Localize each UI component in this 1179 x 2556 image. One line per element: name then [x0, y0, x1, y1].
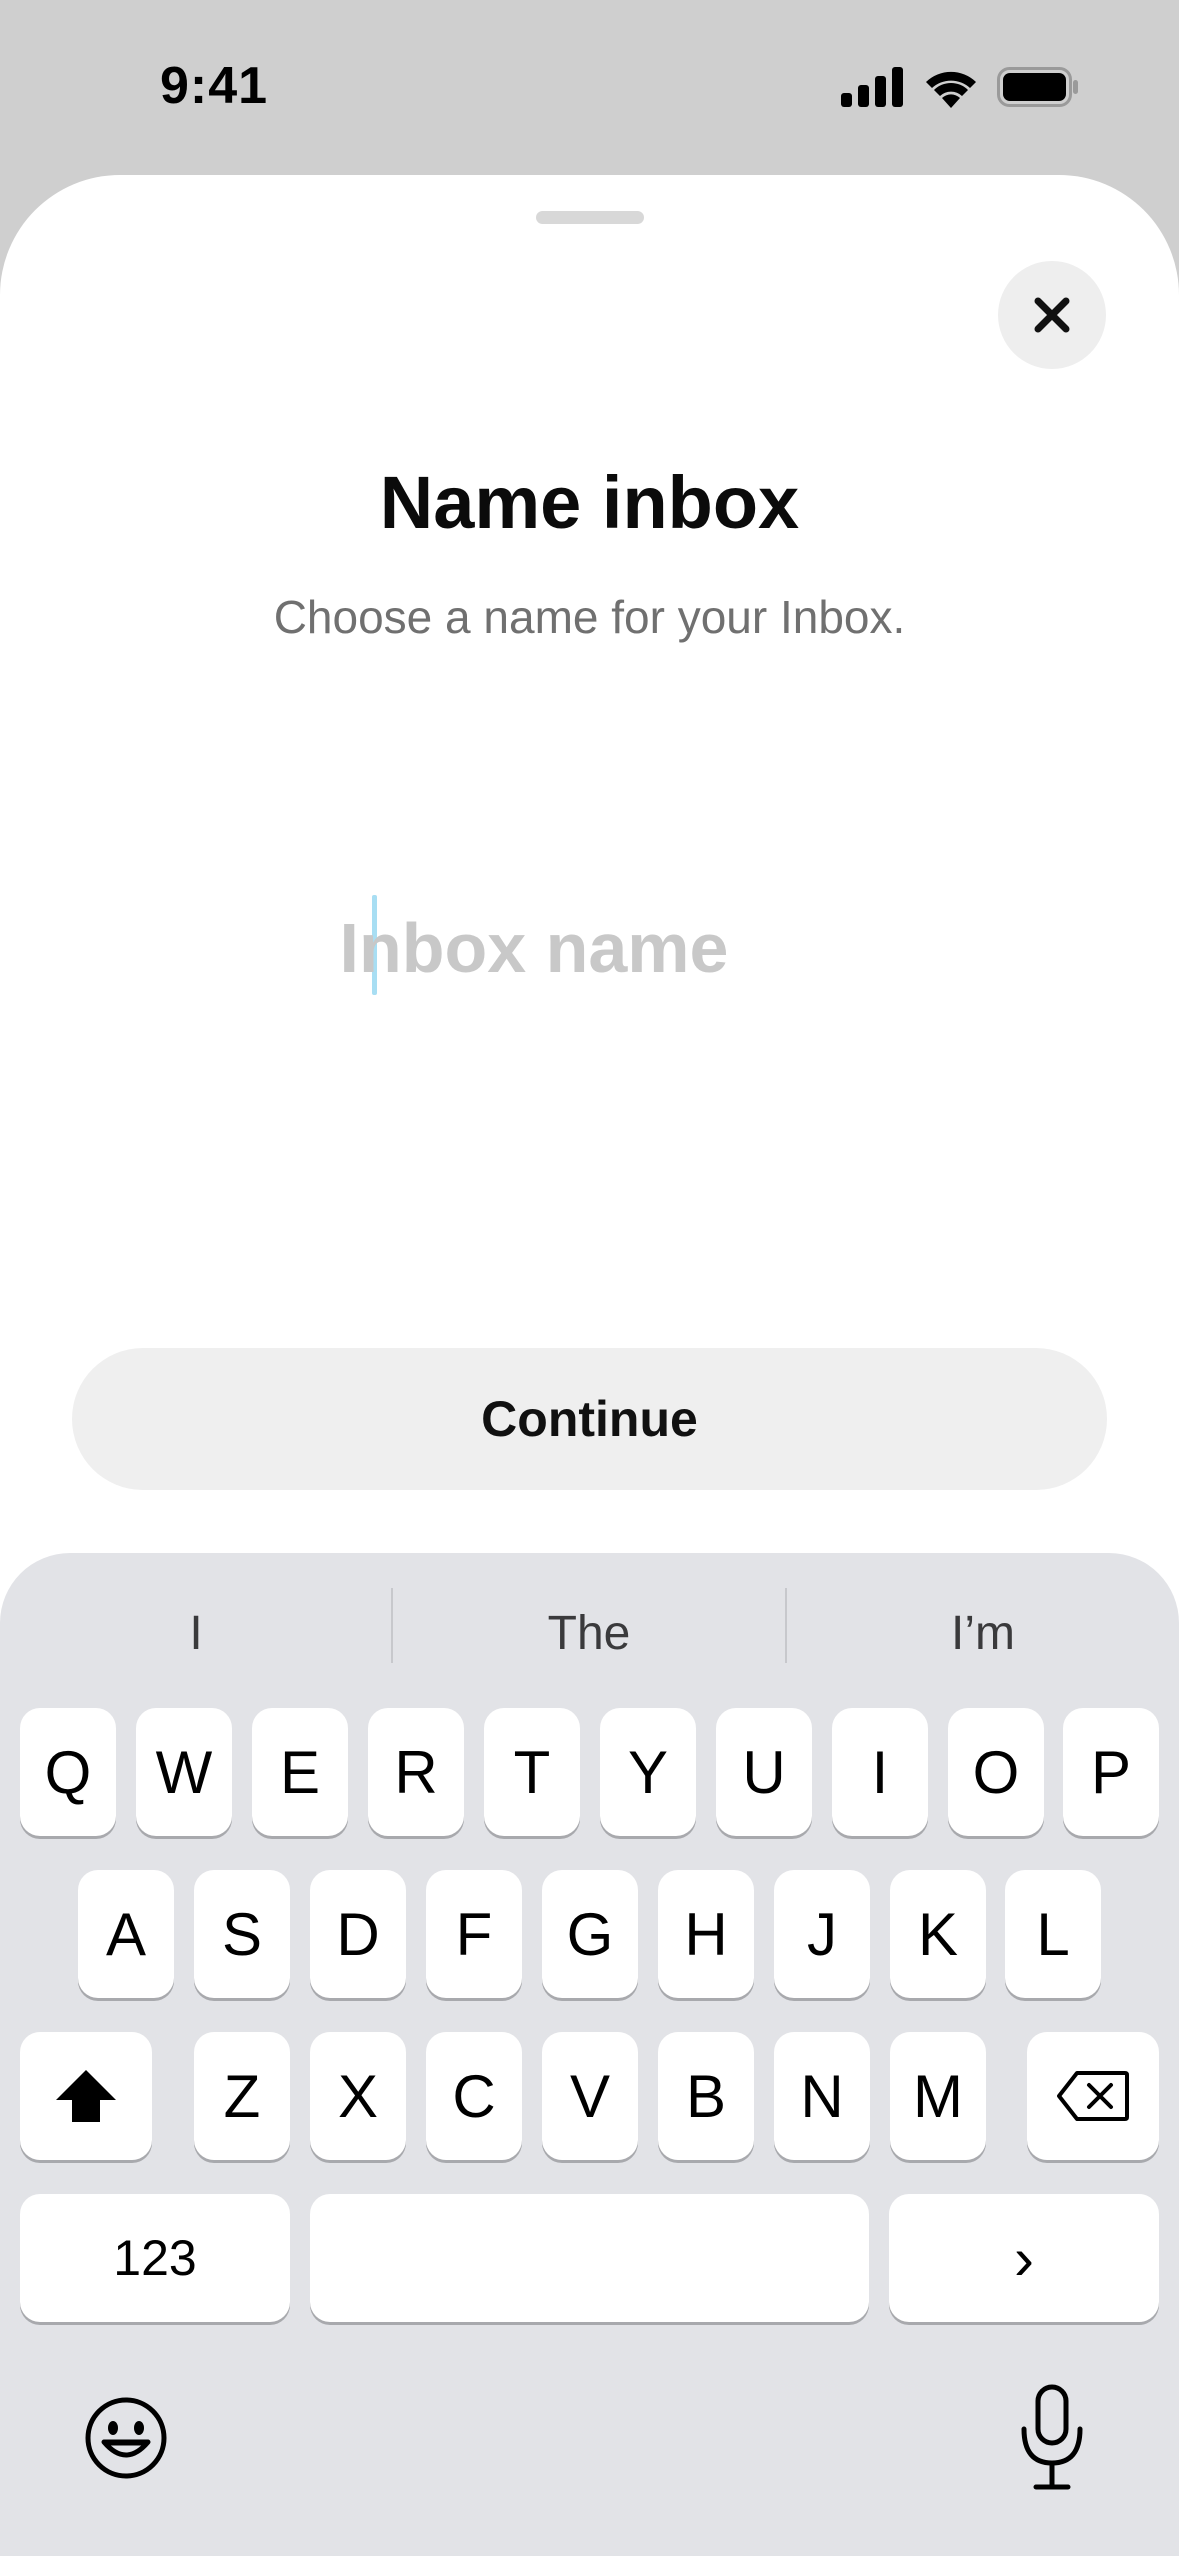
inbox-name-input[interactable]	[339, 893, 840, 1003]
key-x[interactable]: X	[310, 2032, 406, 2160]
key-t[interactable]: T	[484, 1708, 580, 1836]
status-time: 9:41	[160, 57, 269, 115]
key-z[interactable]: Z	[194, 2032, 290, 2160]
emoji-icon	[85, 2397, 167, 2479]
close-button[interactable]	[998, 261, 1106, 369]
key-q[interactable]: Q	[20, 1708, 116, 1836]
suggestion-item[interactable]: I’m	[787, 1593, 1179, 1673]
keyboard: I The I’m Q W E R T Y U I O P A S D F G …	[0, 1553, 1179, 2556]
key-c[interactable]: C	[426, 2032, 522, 2160]
microphone-icon	[1021, 2384, 1083, 2490]
close-icon	[1034, 297, 1070, 333]
key-l[interactable]: L	[1005, 1870, 1101, 1998]
status-bar: 9:41	[0, 0, 1179, 175]
backspace-icon	[1057, 2071, 1129, 2121]
return-key[interactable]: ›	[889, 2194, 1159, 2322]
key-b[interactable]: B	[658, 2032, 754, 2160]
key-v[interactable]: V	[542, 2032, 638, 2160]
key-o[interactable]: O	[948, 1708, 1044, 1836]
key-s[interactable]: S	[194, 1870, 290, 1998]
key-r[interactable]: R	[368, 1708, 464, 1836]
numbers-key[interactable]: 123	[20, 2194, 290, 2322]
key-g[interactable]: G	[542, 1870, 638, 1998]
emoji-button[interactable]	[82, 2394, 170, 2482]
key-i[interactable]: I	[832, 1708, 928, 1836]
key-k[interactable]: K	[890, 1870, 986, 1998]
inbox-name-field-wrap	[0, 893, 1179, 1003]
shift-icon	[56, 2070, 116, 2122]
battery-icon	[997, 67, 1078, 107]
backspace-key[interactable]	[1027, 2032, 1159, 2160]
key-e[interactable]: E	[252, 1708, 348, 1836]
sheet-grabber[interactable]	[536, 211, 644, 224]
key-w[interactable]: W	[136, 1708, 232, 1836]
wifi-icon	[926, 71, 976, 108]
status-icons	[841, 62, 1079, 112]
key-a[interactable]: A	[78, 1870, 174, 1998]
key-h[interactable]: H	[658, 1870, 754, 1998]
continue-button[interactable]: Continue	[72, 1348, 1107, 1490]
shift-key[interactable]	[20, 2032, 152, 2160]
page-title: Name inbox	[379, 461, 800, 544]
key-j[interactable]: J	[774, 1870, 870, 1998]
key-d[interactable]: D	[310, 1870, 406, 1998]
key-u[interactable]: U	[716, 1708, 812, 1836]
key-n[interactable]: N	[774, 2032, 870, 2160]
dictation-button[interactable]	[1012, 2383, 1092, 2493]
suggestion-item[interactable]: The	[393, 1593, 785, 1673]
key-p[interactable]: P	[1063, 1708, 1159, 1836]
key-f[interactable]: F	[426, 1870, 522, 1998]
page-subtitle: Choose a name for your Inbox.	[273, 591, 906, 643]
key-y[interactable]: Y	[600, 1708, 696, 1836]
key-m[interactable]: M	[890, 2032, 986, 2160]
space-key[interactable]	[310, 2194, 869, 2322]
suggestion-item[interactable]: I	[0, 1593, 392, 1673]
cellular-icon	[841, 67, 903, 107]
